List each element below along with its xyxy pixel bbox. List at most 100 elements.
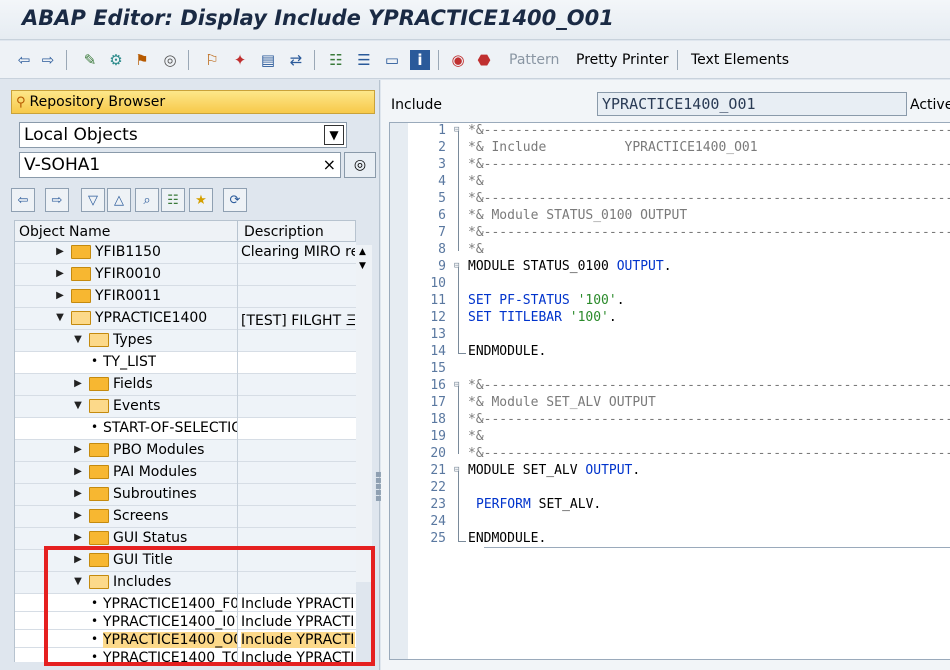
tree-row[interactable]: • START-OF-SELECTION: [15, 418, 356, 440]
include-label: Include: [391, 97, 442, 113]
tree-row-name: Subroutines: [113, 486, 197, 502]
user-input[interactable]: V-SOHA1 ×: [19, 152, 341, 178]
tree-row[interactable]: ▼ Events: [15, 396, 356, 418]
tree-row-name: PAI Modules: [113, 464, 197, 480]
tree-row-name: PBO Modules: [113, 442, 205, 458]
toolbar-separator: [188, 50, 189, 70]
breakpoint-icon[interactable]: ◉: [448, 50, 468, 70]
object-list-icon[interactable]: ☷: [326, 50, 346, 70]
code-editor[interactable]: 1 ⊟ *&------------------------------------…: [389, 122, 950, 660]
tree-row[interactable]: ▶ YFIB1150 Clearing MIRO rev: [15, 242, 356, 264]
forward-arrow-icon[interactable]: ⇨: [38, 50, 58, 70]
collapse-arrow-icon[interactable]: ▼: [73, 334, 83, 345]
check-icon[interactable]: ◎: [160, 50, 180, 70]
tree-row[interactable]: ▶ Subroutines: [15, 484, 356, 506]
expand-arrow-icon[interactable]: ▶: [55, 246, 65, 257]
fold-toggle-icon[interactable]: ⊟: [454, 380, 464, 390]
tree-row[interactable]: ▶ PBO Modules: [15, 440, 356, 462]
tree-row[interactable]: ▶ Fields: [15, 374, 356, 396]
binoculars-icon[interactable]: ⌕: [135, 188, 159, 212]
line-number: 13: [430, 327, 446, 342]
folder-icon: [89, 509, 109, 523]
folder-icon: [71, 267, 91, 281]
line-number: 7: [438, 225, 446, 240]
activate-icon[interactable]: ⚑: [132, 50, 152, 70]
display-change-icon[interactable]: ✎: [80, 50, 100, 70]
repository-browser-button[interactable]: ⚲ Repository Browser: [11, 90, 375, 114]
pretty-printer-button[interactable]: Pretty Printer: [576, 52, 669, 68]
scroll-up-icon[interactable]: ▲: [359, 247, 366, 257]
tree-row[interactable]: ▼ Types: [15, 330, 356, 352]
object-list-value: Local Objects: [24, 125, 138, 145]
code-line: PERFORM SET_ALV.: [476, 497, 602, 512]
display-button[interactable]: ◎: [344, 152, 376, 178]
code-line: *&: [468, 429, 484, 444]
collapse-arrow-icon[interactable]: ▼: [55, 312, 65, 323]
clear-icon[interactable]: ×: [323, 153, 336, 177]
column-description[interactable]: Description: [244, 224, 324, 240]
tree-row[interactable]: ▶ Screens: [15, 506, 356, 528]
expand-arrow-icon[interactable]: ▶: [73, 444, 83, 455]
window-title: ABAP Editor: Display Include YPRACTICE14…: [22, 6, 614, 30]
tree-row[interactable]: ▼ YPRACTICE1400 [TEST] FILGHT 三: [15, 308, 356, 330]
hierarchy-icon: ⚲: [16, 94, 26, 110]
transport-icon[interactable]: ⇄: [286, 50, 306, 70]
expand-arrow-icon[interactable]: ▶: [73, 466, 83, 477]
line-number: 1: [438, 123, 446, 138]
collapse-icon[interactable]: ▽: [81, 188, 105, 212]
refresh-icon[interactable]: ⟳: [223, 188, 247, 212]
hierarchy-icon[interactable]: ☷: [161, 188, 185, 212]
tree-row[interactable]: • TY_LIST: [15, 352, 356, 374]
line-number: 23: [430, 497, 446, 512]
other-object-icon[interactable]: ⚙: [106, 50, 126, 70]
user-input-value: V-SOHA1: [24, 155, 101, 175]
pattern-button[interactable]: Pattern: [509, 52, 559, 68]
toolbar-separator: [66, 50, 67, 70]
magic-wand-icon[interactable]: ✦: [230, 50, 250, 70]
fold-toggle-icon[interactable]: ⊟: [454, 465, 464, 475]
code-line: *&--------------------------------------…: [468, 378, 950, 393]
include-name-field: YPRACTICE1400_O01: [597, 92, 907, 116]
line-number: 21: [430, 463, 446, 478]
tree-row[interactable]: ▶ YFIR0010: [15, 264, 356, 286]
tree-row[interactable]: ▶ YFIR0011: [15, 286, 356, 308]
where-used-icon[interactable]: ⚐: [202, 50, 222, 70]
hierarchy-icon[interactable]: ▤: [258, 50, 278, 70]
info-icon[interactable]: i: [410, 50, 430, 70]
object-list-select[interactable]: Local Objects ▼: [19, 122, 347, 148]
line-number: 3: [438, 157, 446, 172]
fullscreen-icon[interactable]: ▭: [382, 50, 402, 70]
expand-arrow-icon[interactable]: ▶: [73, 378, 83, 389]
tree-scrollbar[interactable]: ▲ ▼: [356, 245, 372, 582]
expand-arrow-icon[interactable]: ▶: [55, 290, 65, 301]
next-object-icon[interactable]: ⇨: [45, 188, 69, 212]
text-elements-button[interactable]: Text Elements: [691, 52, 789, 68]
expand-arrow-icon[interactable]: ▶: [73, 532, 83, 543]
expand-arrow-icon[interactable]: ▶: [55, 268, 65, 279]
code-line: *&--------------------------------------…: [468, 191, 950, 206]
folder-icon: [71, 245, 91, 259]
expand-arrow-icon[interactable]: ▶: [73, 510, 83, 521]
fold-toggle-icon[interactable]: ⊟: [454, 125, 464, 135]
stop-icon[interactable]: ⬣: [474, 50, 494, 70]
folder-icon: [89, 465, 109, 479]
tree-column-header: Object Name Description: [14, 220, 356, 242]
previous-object-icon[interactable]: ⇦: [11, 188, 35, 212]
collapse-arrow-icon[interactable]: ▼: [73, 400, 83, 411]
code-line: SET PF-STATUS '100'.: [468, 293, 625, 308]
folder-icon: [89, 443, 109, 457]
code-line: *&: [468, 174, 484, 189]
tree-row-desc: Clearing MIRO rev: [241, 244, 355, 260]
navigation-window-icon[interactable]: ☰: [354, 50, 374, 70]
column-object-name[interactable]: Object Name: [19, 224, 110, 240]
application-toolbar: ⇦ ⇨ ✎ ⚙ ⚑ ◎ ⚐ ✦ ▤ ⇄ ☷ ☰ ▭ i ◉ ⬣ Pattern …: [0, 41, 950, 79]
favorites-star-icon[interactable]: ★: [189, 188, 213, 212]
expand-arrow-icon[interactable]: ▶: [73, 488, 83, 499]
tree-row[interactable]: ▶ PAI Modules: [15, 462, 356, 484]
scroll-down-icon[interactable]: ▼: [359, 261, 366, 271]
fold-toggle-icon[interactable]: ⊟: [454, 261, 464, 271]
back-arrow-icon[interactable]: ⇦: [14, 50, 34, 70]
expand-icon[interactable]: △: [107, 188, 131, 212]
code-line: *&--------------------------------------…: [468, 157, 950, 172]
chevron-down-icon[interactable]: ▼: [324, 125, 344, 145]
